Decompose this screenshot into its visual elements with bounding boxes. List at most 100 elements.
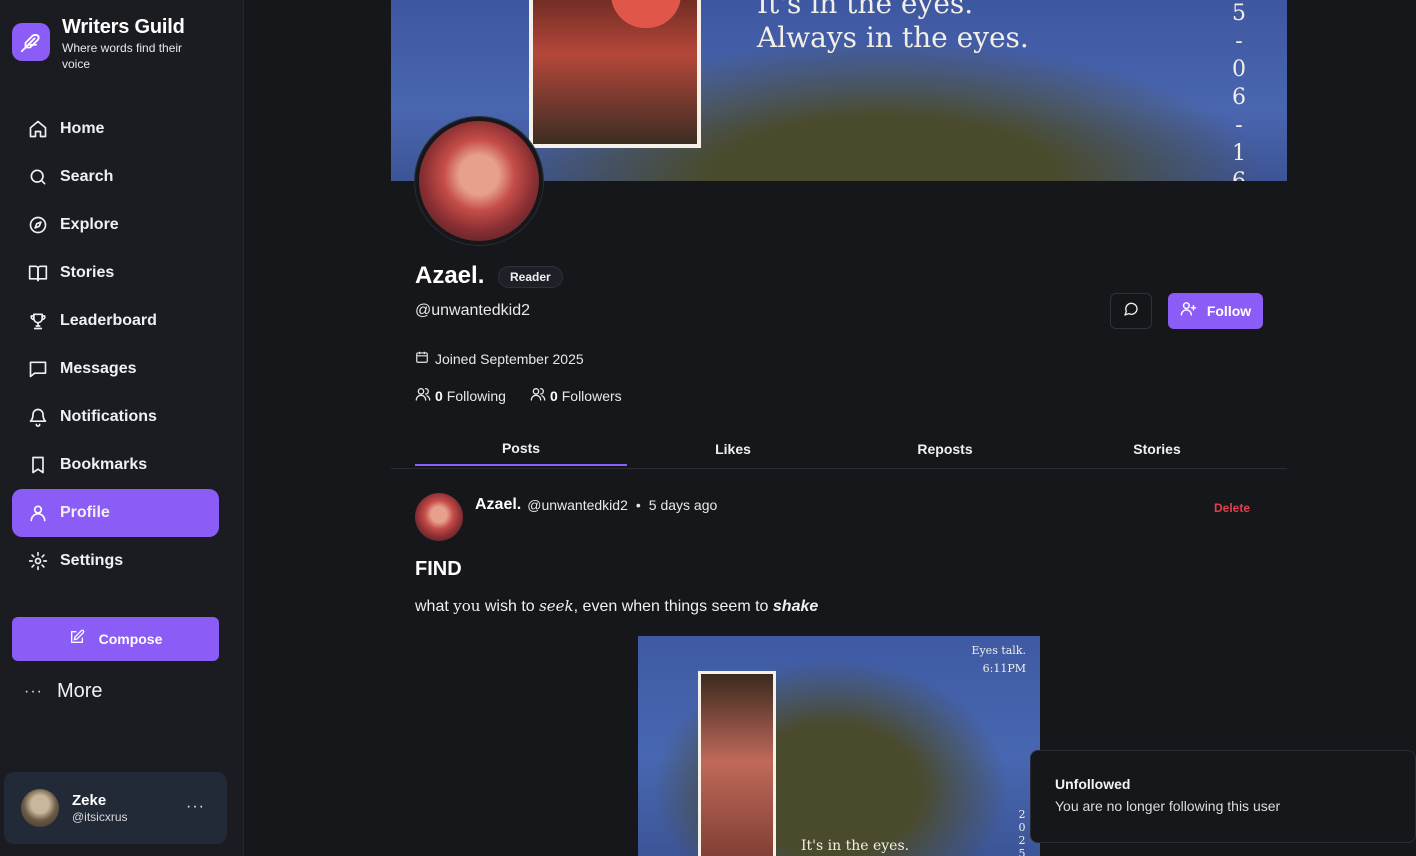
compose-button[interactable]: Compose: [12, 617, 219, 661]
banner-side-char: -: [1235, 113, 1243, 138]
joined-date: Joined September 2025: [415, 350, 584, 367]
app-name: Writers Guild: [62, 16, 185, 38]
message-circle-icon: [1123, 301, 1139, 322]
nav-item-search[interactable]: Search: [12, 153, 219, 201]
follow-stats: 0 Following 0 Followers: [415, 386, 646, 405]
banner-side-char: 5: [1232, 1, 1246, 26]
post-image-line: Eyes talk.: [971, 644, 1026, 657]
user-plus-icon: [1180, 300, 1197, 322]
trophy-icon: [28, 311, 48, 331]
tab-stories[interactable]: Stories: [1051, 432, 1263, 466]
nav-label: Stories: [60, 264, 115, 281]
app-tagline: Where words find their voice: [62, 41, 183, 71]
tab-likes[interactable]: Likes: [627, 432, 839, 466]
banner-side-char: 1: [1232, 141, 1246, 166]
user-menu-ellipsis-icon[interactable]: ···: [186, 798, 205, 816]
delete-post-button[interactable]: Delete: [1214, 501, 1250, 515]
post-body-text: wish to: [480, 598, 540, 615]
post-author-handle[interactable]: @unwantedkid2: [527, 497, 628, 513]
banner-side-char: 0: [1232, 57, 1246, 82]
message-button[interactable]: [1110, 293, 1152, 329]
calendar-icon: [415, 350, 429, 367]
toast-title: Unfollowed: [1055, 776, 1131, 792]
following-stat[interactable]: 0 Following: [415, 386, 506, 405]
nav-label: Messages: [60, 360, 137, 377]
nav-label: Explore: [60, 216, 119, 233]
nav-item-settings[interactable]: Settings: [12, 537, 219, 585]
post-body: what you wish to seek, even when things …: [415, 597, 818, 616]
nav-item-stories[interactable]: Stories: [12, 249, 219, 297]
post-author-name[interactable]: Azael.: [475, 496, 521, 514]
follow-label: Follow: [1206, 303, 1252, 319]
toast-notification[interactable]: Unfollowed You are no longer following t…: [1030, 750, 1416, 843]
nav-item-explore[interactable]: Explore: [12, 201, 219, 249]
post-image-top-text: Eyes talk. 6:11PM: [971, 642, 1026, 678]
tab-posts[interactable]: Posts: [415, 432, 627, 466]
banner-side-char: 6: [1232, 85, 1246, 110]
gear-icon: [28, 551, 48, 571]
compose-label: Compose: [98, 631, 163, 647]
book-open-icon: [28, 263, 48, 283]
profile-tabs: Posts Likes Reposts Stories: [391, 432, 1287, 469]
nav-item-notifications[interactable]: Notifications: [12, 393, 219, 441]
bell-icon: [28, 407, 48, 427]
home-icon: [28, 119, 48, 139]
nav-label: Bookmarks: [60, 456, 148, 473]
post-body-text: shake: [772, 598, 819, 615]
ellipsis-icon: ···: [24, 682, 43, 700]
followers-label: Followers: [561, 387, 622, 404]
post-title: FIND: [415, 558, 462, 580]
post-image-caption: It's in the eyes.: [801, 838, 910, 854]
banner-side-char: 6: [1231, 168, 1247, 181]
post-image-side-char: 0: [1018, 821, 1026, 834]
post-separator: •: [635, 497, 641, 513]
nav-label: Leaderboard: [60, 312, 157, 329]
brand[interactable]: Writers Guild Where words find their voi…: [12, 14, 202, 72]
more-button[interactable]: ··· More: [24, 680, 103, 703]
nav-label: Home: [60, 120, 105, 137]
sidebar: Writers Guild Where words find their voi…: [0, 0, 244, 856]
compass-icon: [28, 215, 48, 235]
nav-item-bookmarks[interactable]: Bookmarks: [12, 441, 219, 489]
current-user-name: Zeke: [72, 792, 107, 809]
nav-item-home[interactable]: Home: [12, 105, 219, 153]
profile-avatar[interactable]: [415, 117, 543, 245]
post-image-side-char: 5: [1018, 847, 1026, 856]
search-icon: [28, 167, 48, 187]
banner-side-date: 5 - 0 6 - 1 6: [1231, 0, 1247, 181]
nav-item-profile[interactable]: Profile: [12, 489, 219, 537]
post-body-text: what: [415, 598, 454, 615]
following-count: 0: [435, 387, 443, 404]
post-author-avatar[interactable]: [415, 493, 463, 541]
nav-label: Notifications: [60, 408, 157, 425]
profile-name: Azael.: [415, 262, 485, 289]
nav-item-leaderboard[interactable]: Leaderboard: [12, 297, 219, 345]
followers-count: 0: [549, 387, 558, 404]
avatar: [21, 789, 59, 827]
post-image-photo-frame: [698, 671, 776, 856]
post-header: Azael. @unwantedkid2 • 5 days ago: [475, 496, 717, 514]
post-timestamp: 5 days ago: [648, 497, 718, 513]
current-user-card[interactable]: Zeke @itsicxrus ···: [4, 772, 227, 844]
tab-reposts[interactable]: Reposts: [839, 432, 1051, 466]
banner-side-char: -: [1235, 29, 1243, 54]
following-label: Following: [446, 387, 506, 404]
toast-description: You are no longer following this user: [1055, 798, 1281, 814]
user-icon: [28, 503, 48, 523]
edit-icon: [69, 629, 85, 650]
post-image[interactable]: Eyes talk. 6:11PM It's in the eyes. 2 0 …: [638, 636, 1040, 856]
banner-line: Always in the eyes.: [757, 21, 1029, 54]
bookmark-icon: [28, 455, 48, 475]
post-image-side-year: 2 0 2 5: [1018, 808, 1026, 856]
more-label: More: [56, 680, 103, 702]
current-user-handle: @itsicxrus: [72, 810, 128, 824]
follow-button[interactable]: Follow: [1168, 293, 1263, 329]
nav-item-messages[interactable]: Messages: [12, 345, 219, 393]
followers-stat[interactable]: 0 Followers: [530, 386, 622, 405]
profile-handle: @unwantedkid2: [415, 302, 530, 319]
post-body-text: seek: [539, 597, 574, 615]
nav-label: Search: [60, 168, 114, 185]
post-body-text: , even when things seem to: [573, 598, 773, 615]
post-image-line: 6:11PM: [982, 662, 1026, 675]
main-nav: Home Search Explore Stories Leaderboard …: [12, 105, 219, 585]
